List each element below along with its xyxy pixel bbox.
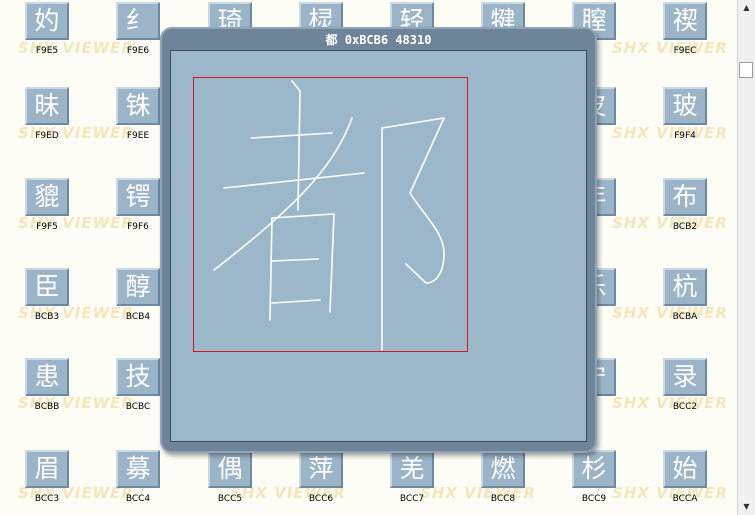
character-tile[interactable]: 玻 [663,87,707,125]
character-cell[interactable]: 妁 F9E5 [5,2,83,90]
character-code-label: BCC7 [399,494,425,504]
character-code-label: F9F4 [674,131,696,141]
glyph-preview-panel [170,50,587,442]
character-tile[interactable]: 眉 [25,450,69,488]
character-tile[interactable]: 偶 [208,450,252,488]
character-code-label: BCBB [34,402,60,412]
character-cell[interactable]: 玻 F9F4 [643,87,721,175]
character-cell[interactable]: 杉 BCC9 [552,450,630,515]
character-code-label: BCC5 [217,494,243,504]
character-tile[interactable]: 锷 [116,178,160,216]
glyph-preview-popup[interactable]: 都 0xBCB6 48310 [160,27,597,453]
character-cell[interactable]: 患 BCBB [5,358,83,446]
character-tile[interactable]: 萍 [299,450,343,488]
character-tile[interactable]: 妁 [25,2,69,40]
character-tile[interactable]: 始 [663,450,707,488]
character-code-label: BCBA [672,312,698,322]
character-code-label: BCC8 [490,494,516,504]
character-tile[interactable]: 羌 [390,450,434,488]
character-cell[interactable]: 羌 BCC7 [370,450,448,515]
character-tile[interactable]: 臣 [25,268,69,306]
character-code-label: BCC6 [308,494,334,504]
character-code-label: F9E5 [35,46,59,56]
character-code-label: BCC3 [34,494,60,504]
character-tile[interactable]: 募 [116,450,160,488]
popup-title: 都 0xBCB6 48310 [325,33,432,47]
character-code-label: F9F5 [36,222,58,232]
character-tile[interactable]: 杉 [572,450,616,488]
character-cell[interactable]: 杭 BCBA [643,268,721,356]
character-tile[interactable]: 患 [25,358,69,396]
character-cell[interactable]: 始 BCCA [643,450,721,515]
character-tile[interactable]: 录 [663,358,707,396]
character-tile[interactable]: 貔 [25,178,69,216]
character-cell[interactable]: 募 BCC4 [96,450,174,515]
character-cell[interactable]: 眉 BCC3 [5,450,83,515]
character-tile[interactable]: 禊 [663,2,707,40]
character-code-label: F9ED [35,131,59,141]
glyph-stroke-drawing [213,80,445,351]
character-cell[interactable]: 萍 BCC6 [279,450,357,515]
character-tile[interactable]: 铢 [116,87,160,125]
character-tile[interactable]: 纟 [116,2,160,40]
character-code-label: BCC4 [125,494,151,504]
character-cell[interactable]: 昧 F9ED [5,87,83,175]
glyph-bounding-box [193,77,468,352]
character-tile[interactable]: 布 [663,178,707,216]
scroll-down-arrow-icon[interactable]: ▼ [738,499,755,515]
character-cell[interactable]: 燃 BCC8 [461,450,539,515]
character-code-label: BCB2 [672,222,698,232]
character-tile[interactable]: 杭 [663,268,707,306]
character-cell[interactable]: 录 BCC2 [643,358,721,446]
character-tile[interactable]: 燃 [481,450,525,488]
character-tile[interactable]: 技 [116,358,160,396]
scroll-thumb[interactable] [739,62,753,78]
character-code-label: BCB3 [34,312,60,322]
vertical-scrollbar[interactable]: ▲ ▼ [737,0,755,515]
character-tile[interactable]: 昧 [25,87,69,125]
character-code-label: F9EC [673,46,697,56]
character-tile[interactable]: 醇 [116,268,160,306]
character-code-label: BCCA [672,494,698,504]
character-cell[interactable]: 布 BCB2 [643,178,721,266]
character-cell[interactable]: 臣 BCB3 [5,268,83,356]
character-code-label: BCC2 [672,402,698,412]
character-cell[interactable]: 禊 F9EC [643,2,721,90]
scroll-up-arrow-icon[interactable]: ▲ [738,0,755,16]
character-code-label: BCC9 [581,494,607,504]
character-cell[interactable]: 偶 BCC5 [188,450,266,515]
character-cell[interactable]: 貔 F9F5 [5,178,83,266]
